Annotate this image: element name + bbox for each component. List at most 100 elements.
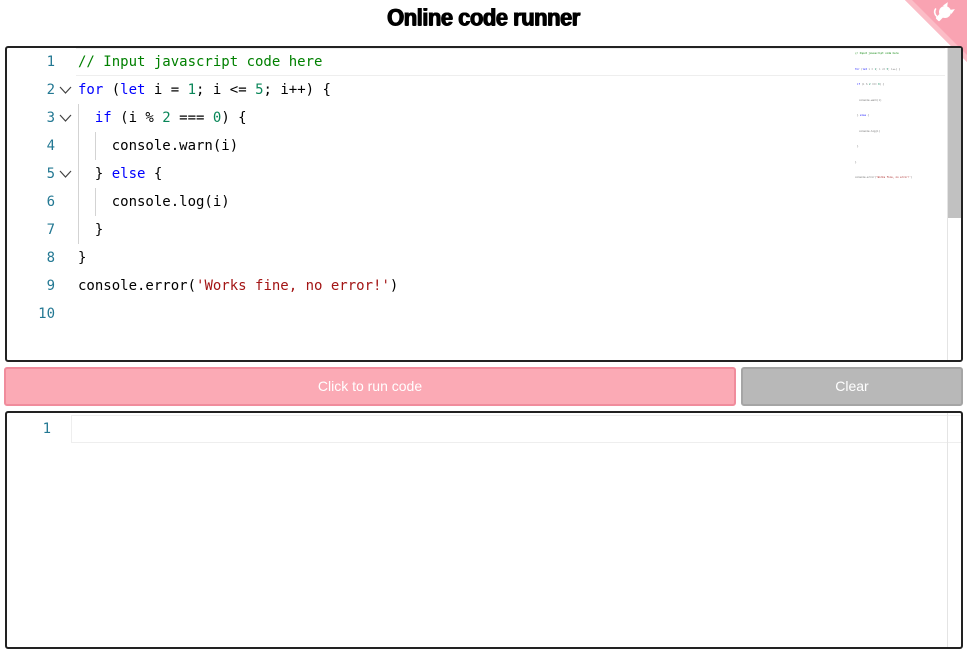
code-token: for [78,82,104,98]
minimap-line: for (let i = 1; i <= 5; i++) { [855,68,900,71]
minimap-token: console.warn(i) [859,98,882,102]
chevron-down-icon[interactable] [59,112,72,124]
minimap-token: } [855,160,857,164]
code-token: i = [145,82,188,98]
code-line[interactable]: if (i % 2 === 0) { [76,104,945,132]
minimap-token: (i % [860,83,870,86]
minimap-line: } else { [855,114,869,117]
chevron-down-icon[interactable] [59,168,72,180]
minimap-line: } [855,145,859,148]
code-token: ; i++) { [263,82,331,98]
minimap-token: === [870,83,879,86]
indent-guide [94,132,96,160]
minimap-token: // Input javascript code here [855,52,899,55]
minimap-line: console.error('Works fine, no error!') [855,176,912,179]
code-line[interactable] [76,300,945,328]
minimap-token: 'Works fine, no error!' [876,176,911,179]
code-line[interactable]: for (let i = 1; i <= 5; i++) { [76,76,945,104]
code-line[interactable]: } else { [76,160,945,188]
code-line[interactable]: // Input javascript code here [76,48,945,76]
output-line-number: 1 [42,421,51,437]
gutter-row: 4 [7,132,75,160]
code-token: 1 [187,82,197,98]
minimap-line: if (i % 2 === 0) { [855,83,884,86]
minimap-line: console.warn(i) [855,99,882,102]
code-token: console.warn(i) [111,138,239,154]
run-code-button[interactable]: Click to run code [4,367,736,406]
line-number: 8 [46,250,55,266]
editor-scrollbar-thumb[interactable] [948,48,961,218]
chevron-down-icon[interactable] [59,84,72,96]
minimap-token: } [857,145,859,148]
gutter-row: 10 [7,300,75,328]
editor-code-area[interactable]: // Input javascript code here for (let i … [76,48,945,360]
line-number: 5 [46,166,55,182]
code-token: ( [103,82,121,98]
code-token: 2 [162,110,171,126]
gutter-row: 9 [7,272,75,300]
code-token: console.log(i) [111,194,230,210]
code-token: 'Works fine, no error!' [196,278,390,294]
code-token: // Input javascript code here [78,54,323,70]
editor-gutter: 1 2 3 4 5 6 7 8 9 10 [7,48,75,360]
gutter-row: 7 [7,216,75,244]
code-line[interactable]: console.warn(i) [76,132,945,160]
indent-guide [94,188,96,216]
minimap-line: // Input javascript code here [855,52,899,55]
line-number: 7 [46,222,55,238]
code-token: ) { [221,110,247,126]
code-token: === [170,110,213,126]
code-line[interactable]: } [76,244,945,272]
editor-vertical-scrollbar[interactable] [947,48,961,360]
line-number: 2 [46,82,55,98]
code-token: if [94,110,112,126]
line-number: 10 [38,306,55,322]
gutter-row: 6 [7,188,75,216]
minimap-token: console.error( [855,176,877,179]
indent-guide [78,132,79,160]
output-console[interactable]: 1 [5,411,963,649]
gutter-row: 2 [7,76,75,104]
line-number: 1 [46,54,55,70]
code-line[interactable]: } [76,216,945,244]
code-editor[interactable]: 1 2 3 4 5 6 7 8 9 10 // Input javascript code her… [5,46,963,362]
code-token: ) [389,278,399,294]
minimap-token: ) { [879,83,885,86]
minimap-token: ; i++) { [888,67,901,71]
output-line[interactable] [71,415,961,443]
indent-guide [78,160,79,188]
code-token: let [120,82,146,98]
line-number: 9 [46,278,55,294]
minimap-token: console.log(i) [859,129,881,133]
minimap-token: { [866,114,870,117]
gutter-row: 1 [7,48,75,76]
code-line[interactable]: console.error('Works fine, no error!') [76,272,945,300]
output-vertical-scrollbar[interactable] [947,413,961,647]
indent-guide [78,104,79,132]
clear-button[interactable]: Clear [741,367,963,406]
minimap-token: ; i <= [876,67,887,71]
code-token: { [145,166,163,182]
editor-minimap[interactable]: // Input javascript code here for (let i … [855,48,947,188]
indent-guide [78,188,79,216]
minimap-line: } [855,161,857,164]
line-number: 4 [46,138,55,154]
code-token: } [94,166,112,182]
minimap-token: ) [910,176,913,179]
code-token: } [78,250,87,266]
line-number: 3 [46,110,55,126]
gutter-row: 5 [7,160,75,188]
page-title: Online code runner [387,3,580,31]
gutter-row: 3 [7,104,75,132]
code-line[interactable]: console.log(i) [76,188,945,216]
code-token: console.error( [78,278,197,294]
gutter-row: 8 [7,244,75,272]
code-token: ; i <= [196,82,256,98]
output-gutter: 1 [7,413,71,647]
minimap-line: console.log(i) [855,130,880,133]
minimap-token: i = [867,67,875,71]
code-token: else [111,166,146,182]
code-token: 5 [255,82,264,98]
indent-guide [78,216,79,244]
code-token: } [94,222,104,238]
